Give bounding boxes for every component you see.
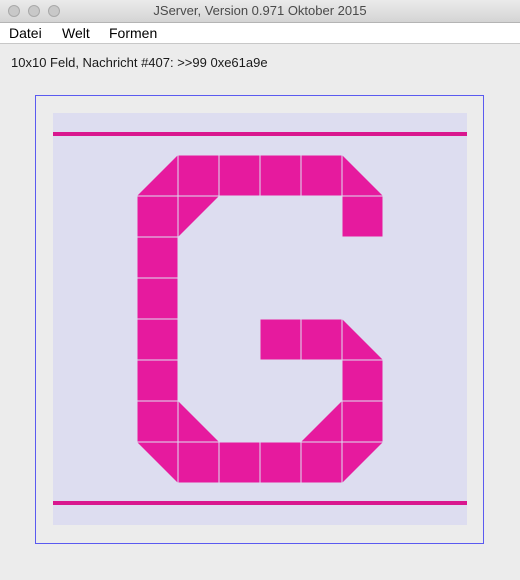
window-titlebar[interactable]: JServer, Version 0.971 Oktober 2015 [0, 0, 520, 23]
board-cell [260, 442, 301, 483]
menu-datei[interactable]: Datei [9, 25, 42, 41]
menu-formen[interactable]: Formen [109, 25, 157, 41]
board-cell [219, 155, 260, 196]
board-cell [301, 442, 342, 483]
board-cell [178, 442, 219, 483]
board-cell [137, 360, 178, 401]
board-cell [342, 360, 383, 401]
top-rule-line [53, 132, 467, 136]
board-canvas[interactable] [53, 113, 467, 525]
board-cell [260, 155, 301, 196]
board-background [53, 113, 467, 525]
bottom-rule-line [53, 501, 467, 505]
board-cell [137, 196, 178, 237]
board-cell [137, 237, 178, 278]
board-cell [342, 401, 383, 442]
board-cell [301, 155, 342, 196]
game-board[interactable] [53, 113, 467, 525]
board-cell [137, 319, 178, 360]
board-cell [342, 196, 383, 237]
board-cell [219, 442, 260, 483]
board-cell [137, 401, 178, 442]
board-cell [260, 319, 301, 360]
board-cell [301, 319, 342, 360]
window-title: JServer, Version 0.971 Oktober 2015 [153, 3, 367, 18]
menu-welt[interactable]: Welt [62, 25, 90, 41]
board-cell [137, 278, 178, 319]
status-message: 10x10 Feld, Nachricht #407: >>99 0xe61a9… [11, 55, 268, 70]
board-cell [178, 155, 219, 196]
menu-bar: Datei Welt Formen [0, 23, 520, 44]
